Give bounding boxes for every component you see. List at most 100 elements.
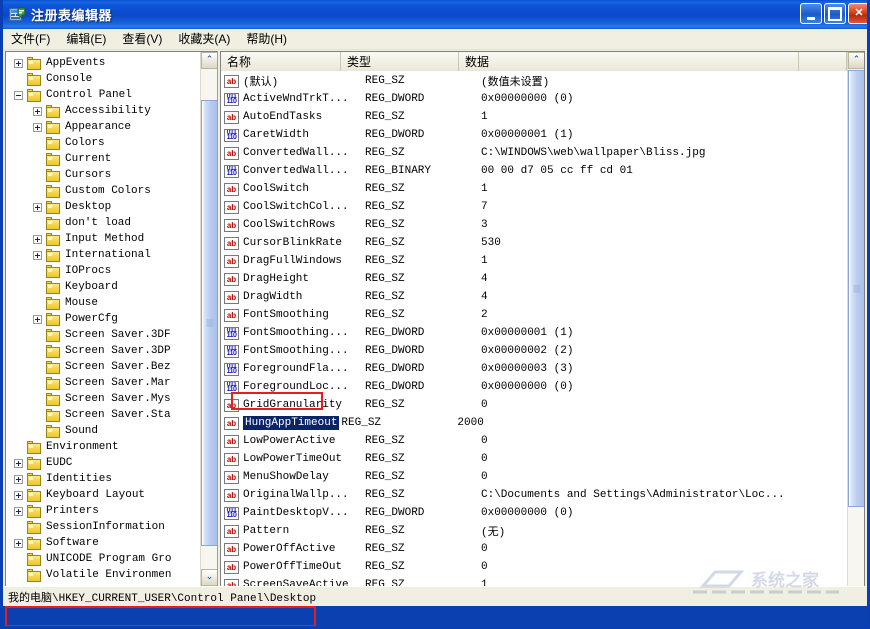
expand-node-icon[interactable] xyxy=(14,59,23,68)
menu-favorites[interactable]: 收藏夹(A) xyxy=(170,28,238,50)
column-header-data[interactable]: 数据 xyxy=(459,52,799,71)
table-row[interactable]: 011110FontSmoothing...REG_DWORD0x0000000… xyxy=(221,324,847,342)
tree-node[interactable]: Desktop xyxy=(6,199,200,215)
table-row[interactable]: abScreenSaveActiveREG_SZ1 xyxy=(221,576,847,586)
tree-vertical-scrollbar[interactable]: ⌃ ⌄ xyxy=(200,52,217,586)
expand-node-icon[interactable] xyxy=(14,507,23,516)
column-header-name[interactable]: 名称 xyxy=(221,52,341,71)
table-row[interactable]: abConvertedWall...REG_SZC:\WINDOWS\web\w… xyxy=(221,144,847,162)
expand-node-icon[interactable] xyxy=(14,475,23,484)
tree-node[interactable]: Keyboard xyxy=(6,279,200,295)
table-row[interactable]: abLowPowerTimeOutREG_SZ0 xyxy=(221,450,847,468)
expand-node-icon[interactable] xyxy=(14,491,23,500)
expand-node-icon[interactable] xyxy=(14,459,23,468)
expand-node-icon[interactable] xyxy=(14,539,23,548)
table-row[interactable]: abCoolSwitchCol...REG_SZ7 xyxy=(221,198,847,216)
tree-node[interactable]: Printers xyxy=(6,503,200,519)
column-header-type[interactable]: 类型 xyxy=(341,52,459,71)
table-row[interactable]: 011110ForegroundFla...REG_DWORD0x0000000… xyxy=(221,360,847,378)
tree-node[interactable]: Screen Saver.3DP xyxy=(6,343,200,359)
folder-icon xyxy=(26,553,42,566)
list-vscroll-thumb[interactable] xyxy=(848,70,865,507)
table-row[interactable]: abDragWidthREG_SZ4 xyxy=(221,288,847,306)
table-row[interactable]: abDragHeightREG_SZ4 xyxy=(221,270,847,288)
tree-node[interactable]: EUDC xyxy=(6,455,200,471)
binary-value-icon: 011110 xyxy=(224,93,239,106)
tree-node[interactable]: Input Method xyxy=(6,231,200,247)
table-row[interactable]: abHungAppTimeoutREG_SZ2000 xyxy=(221,414,847,432)
tree-node[interactable]: Identities xyxy=(6,471,200,487)
tree-node[interactable]: International xyxy=(6,247,200,263)
close-button[interactable]: ✕ xyxy=(848,3,870,24)
table-row[interactable]: abGridGranularityREG_SZ0 xyxy=(221,396,847,414)
tree-node[interactable]: Current xyxy=(6,151,200,167)
table-row[interactable]: abCoolSwitchREG_SZ1 xyxy=(221,180,847,198)
tree-node[interactable]: Screen Saver.Sta xyxy=(6,407,200,423)
minimize-button[interactable] xyxy=(800,3,822,24)
menu-help[interactable]: 帮助(H) xyxy=(238,28,295,50)
tree-scroll-up-button[interactable]: ⌃ xyxy=(201,52,218,69)
table-row[interactable]: abOriginalWallp...REG_SZC:\Documents and… xyxy=(221,486,847,504)
maximize-button[interactable] xyxy=(824,3,846,24)
tree-node[interactable]: Screen Saver.3DF xyxy=(6,327,200,343)
tree-node[interactable]: Screen Saver.Bez xyxy=(6,359,200,375)
tree-node[interactable]: Control Panel xyxy=(6,87,200,103)
tree-node[interactable]: PowerCfg xyxy=(6,311,200,327)
table-row[interactable]: ab(默认)REG_SZ(数值未设置) xyxy=(221,72,847,90)
table-row[interactable]: 011110PaintDesktopV...REG_DWORD0x0000000… xyxy=(221,504,847,522)
tree-node[interactable]: don't load xyxy=(6,215,200,231)
table-row[interactable]: abPatternREG_SZ(无) xyxy=(221,522,847,540)
table-row[interactable]: 011110FontSmoothing...REG_DWORD0x0000000… xyxy=(221,342,847,360)
table-row[interactable]: 011110ForegroundLoc...REG_DWORD0x0000000… xyxy=(221,378,847,396)
menu-file[interactable]: 文件(F) xyxy=(3,28,58,50)
tree-indent-spacer xyxy=(14,75,23,84)
string-value-icon: ab xyxy=(224,111,239,124)
table-row[interactable]: abPowerOffTimeOutREG_SZ0 xyxy=(221,558,847,576)
menu-edit[interactable]: 编辑(E) xyxy=(58,28,114,50)
table-row[interactable]: abDragFullWindowsREG_SZ1 xyxy=(221,252,847,270)
table-row[interactable]: abCoolSwitchRowsREG_SZ3 xyxy=(221,216,847,234)
tree-node[interactable]: Environment xyxy=(6,439,200,455)
tree-node[interactable]: Sound xyxy=(6,423,200,439)
folder-icon xyxy=(45,329,61,342)
tree-node[interactable]: IOProcs xyxy=(6,263,200,279)
expand-node-icon[interactable] xyxy=(33,123,42,132)
tree-node[interactable]: Custom Colors xyxy=(6,183,200,199)
collapse-node-icon[interactable] xyxy=(14,91,23,100)
tree-node[interactable]: Console xyxy=(6,71,200,87)
tree-node[interactable]: Volatile Environmen xyxy=(6,567,200,583)
tree-node[interactable]: Cursors xyxy=(6,167,200,183)
tree-node[interactable]: AppEvents xyxy=(6,55,200,71)
table-row[interactable]: abLowPowerActiveREG_SZ0 xyxy=(221,432,847,450)
expand-node-icon[interactable] xyxy=(33,235,42,244)
tree-node[interactable]: SessionInformation xyxy=(6,519,200,535)
tree-node[interactable]: Mouse xyxy=(6,295,200,311)
tree-node[interactable]: Keyboard Layout xyxy=(6,487,200,503)
tree-node[interactable]: Accessibility xyxy=(6,103,200,119)
tree-node[interactable]: Screen Saver.Mys xyxy=(6,391,200,407)
column-header-spare[interactable] xyxy=(799,52,847,71)
expand-node-icon[interactable] xyxy=(33,203,42,212)
expand-node-icon[interactable] xyxy=(33,251,42,260)
table-row[interactable]: 011110CaretWidthREG_DWORD0x00000001 (1) xyxy=(221,126,847,144)
table-row[interactable]: abFontSmoothingREG_SZ2 xyxy=(221,306,847,324)
tree-node[interactable]: UNICODE Program Gro xyxy=(6,551,200,567)
folder-icon xyxy=(45,185,61,198)
expand-node-icon[interactable] xyxy=(33,315,42,324)
list-scroll-up-button[interactable]: ⌃ xyxy=(848,52,865,69)
table-row[interactable]: abMenuShowDelayREG_SZ0 xyxy=(221,468,847,486)
expand-node-icon[interactable] xyxy=(33,107,42,116)
tree-scroll-down-button[interactable]: ⌄ xyxy=(201,569,218,586)
menu-view[interactable]: 查看(V) xyxy=(114,28,170,50)
tree-node[interactable]: Software xyxy=(6,535,200,551)
list-vertical-scrollbar[interactable]: ⌃ xyxy=(847,52,864,603)
table-row[interactable]: abCursorBlinkRateREG_SZ530 xyxy=(221,234,847,252)
table-row[interactable]: abPowerOffActiveREG_SZ0 xyxy=(221,540,847,558)
tree-vscroll-thumb[interactable] xyxy=(201,100,218,546)
tree-node[interactable]: Screen Saver.Mar xyxy=(6,375,200,391)
table-row[interactable]: 011110ActiveWndTrkT...REG_DWORD0x0000000… xyxy=(221,90,847,108)
table-row[interactable]: 011110ConvertedWall...REG_BINARY00 00 d7… xyxy=(221,162,847,180)
tree-node[interactable]: Appearance xyxy=(6,119,200,135)
tree-node[interactable]: Colors xyxy=(6,135,200,151)
table-row[interactable]: abAutoEndTasksREG_SZ1 xyxy=(221,108,847,126)
